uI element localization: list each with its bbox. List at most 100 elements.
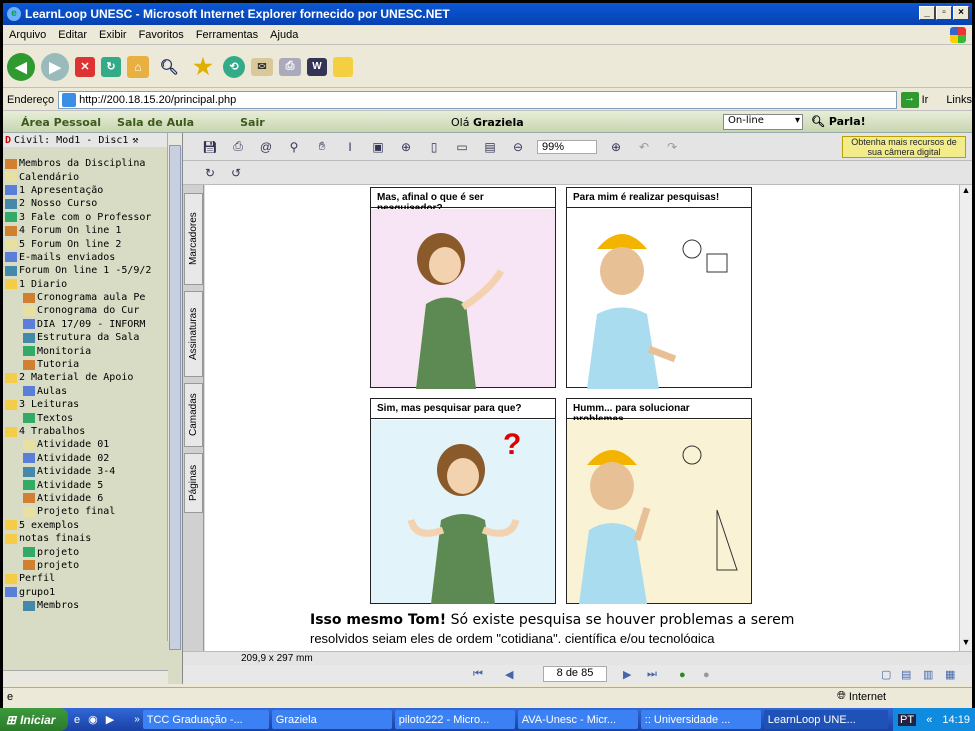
messenger-icon[interactable]	[333, 56, 353, 77]
sidebar-scrollbar[interactable]	[167, 133, 181, 650]
scroll-up-icon[interactable]: ▲	[960, 185, 972, 199]
quicklaunch-ie-icon[interactable]: e	[74, 714, 80, 726]
tab-area-pessoal[interactable]: Área Pessoal	[13, 116, 109, 129]
sidebar-item[interactable]: 4 Forum On line 1	[5, 224, 170, 237]
single-page-icon[interactable]: ▢	[881, 668, 891, 681]
close-button[interactable]: ×	[953, 6, 969, 20]
back-view-icon[interactable]: ●	[679, 669, 686, 681]
sidebar-item[interactable]: 5 Forum On line 2	[5, 237, 170, 250]
sidebar-item[interactable]: E-mails enviados	[5, 251, 170, 264]
menu-ajuda[interactable]: Ajuda	[264, 29, 304, 41]
task-piloto[interactable]: piloto222 - Micro...	[394, 710, 515, 729]
tab-camadas[interactable]: Camadas	[184, 383, 203, 447]
word-icon[interactable]: W	[307, 57, 327, 76]
task-graziela[interactable]: Graziela	[271, 710, 392, 729]
menu-exibir[interactable]: Exibir	[93, 29, 133, 41]
start-button[interactable]: ⊞ Iniciar	[0, 708, 68, 731]
last-page-icon[interactable]: ⏭	[647, 668, 657, 681]
find-icon[interactable]: ⚲	[285, 138, 303, 156]
task-ava[interactable]: AVA-Unesc - Micr...	[517, 710, 638, 729]
sidebar-scroll-thumb[interactable]	[169, 145, 181, 650]
sair-link[interactable]: Sair	[232, 116, 273, 129]
sidebar-item[interactable]: 1 Diario	[5, 278, 170, 291]
status-select[interactable]: On-line ▾	[723, 114, 803, 130]
tray-expand-icon[interactable]: «	[926, 714, 932, 726]
task-tcc[interactable]: TCC Graduação -...	[142, 710, 269, 729]
fit-page-icon[interactable]: ▭	[453, 138, 471, 156]
sidebar-item[interactable]: Atividade 6	[5, 492, 170, 505]
tab-assinaturas[interactable]: Assinaturas	[184, 291, 203, 377]
history-icon[interactable]: ⟲	[223, 55, 245, 78]
sidebar-hscrollbar[interactable]	[3, 670, 168, 684]
sidebar-item[interactable]: projeto	[5, 545, 170, 558]
sidebar-item[interactable]: Textos	[5, 411, 170, 424]
sidebar-item[interactable]: Atividade 5	[5, 478, 170, 491]
facing-icon[interactable]: ▥	[923, 668, 933, 681]
tab-sala-de-aula[interactable]: Sala de Aula	[109, 116, 202, 129]
favorites-icon[interactable]: ★	[189, 53, 217, 81]
zoom-in-icon[interactable]: ⊕	[607, 138, 625, 156]
sidebar-item[interactable]: Estrutura da Sala	[5, 331, 170, 344]
actual-size-icon[interactable]: ▯	[425, 138, 443, 156]
tab-paginas[interactable]: Páginas	[184, 453, 203, 513]
print-icon[interactable]: ⎙	[279, 57, 301, 76]
rotate-icon[interactable]: ↶	[635, 138, 653, 156]
sidebar-item[interactable]: 2 Material de Apoio	[5, 371, 170, 384]
fala-button[interactable]: 🔍︎ Parla!	[811, 115, 866, 128]
menu-editar[interactable]: Editar	[52, 29, 93, 41]
refresh-icon[interactable]: ↻	[101, 56, 121, 77]
address-field[interactable]: http://200.18.15.20/principal.php	[58, 90, 897, 109]
sidebar-item[interactable]: Cronograma do Cur	[5, 304, 170, 317]
menu-arquivo[interactable]: Arquivo	[3, 29, 52, 41]
sidebar-item[interactable]: Perfil	[5, 572, 170, 585]
text-select-icon[interactable]: I	[341, 138, 359, 156]
prev-page-icon[interactable]: ◀	[505, 668, 513, 681]
sidebar-item[interactable]: 2 Nosso Curso	[5, 197, 170, 210]
print-icon[interactable]: ⎙	[229, 138, 247, 156]
pdf-vscrollbar[interactable]: ▲ ▼	[959, 185, 972, 651]
maximize-button[interactable]: ▫	[936, 6, 952, 20]
sidebar-item[interactable]: DIA 17/09 - INFORM	[5, 318, 170, 331]
sidebar-item[interactable]: notas finais	[5, 532, 170, 545]
forward-icon[interactable]: ▶	[41, 52, 69, 81]
sidebar-item[interactable]: grupo1	[5, 586, 170, 599]
sidebar-item[interactable]: 3 Leituras	[5, 398, 170, 411]
continuous-facing-icon[interactable]: ▦	[945, 668, 955, 681]
sidebar-item[interactable]: Projeto final	[5, 505, 170, 518]
back-icon[interactable]: ◀	[7, 52, 35, 81]
zoom-out-icon[interactable]: ⊖	[509, 138, 527, 156]
first-page-icon[interactable]: ⏮	[473, 668, 483, 681]
fit-width-icon[interactable]: ▤	[481, 138, 499, 156]
sidebar-item[interactable]: Cronograma aula Pe	[5, 291, 170, 304]
links-button[interactable]: Links	[946, 94, 972, 106]
task-universidade[interactable]: :: Universidade ...	[640, 710, 761, 729]
save-icon[interactable]: 💾︎	[201, 138, 219, 156]
sidebar-item[interactable]: Atividade 3-4	[5, 465, 170, 478]
quicklaunch-media-icon[interactable]: ◉	[88, 713, 98, 726]
sidebar-item[interactable]: Membros da Disciplina	[5, 157, 170, 170]
sidebar-item[interactable]: Calendário	[5, 170, 170, 183]
rotate-page-ccw-icon[interactable]: ↺	[227, 164, 245, 182]
quicklaunch-player-icon[interactable]: ▶	[106, 713, 114, 726]
snapshot-icon[interactable]: ▣	[369, 138, 387, 156]
quicklaunch-more-icon[interactable]: »	[134, 714, 140, 725]
go-button[interactable]: → Ir	[900, 91, 928, 108]
sidebar-item[interactable]: projeto	[5, 559, 170, 572]
continuous-icon[interactable]: ▤	[901, 668, 911, 681]
menu-favoritos[interactable]: Favoritos	[133, 29, 190, 41]
forward-view-icon[interactable]: ●	[703, 669, 710, 681]
scroll-down-icon[interactable]: ▼	[960, 637, 972, 651]
hand-tool-icon[interactable]: ✋︎	[313, 138, 331, 156]
page-indicator[interactable]: 8 de 85	[543, 666, 607, 682]
sidebar-item[interactable]: 3 Fale com o Professor	[5, 211, 170, 224]
ad-button[interactable]: Obtenha mais recursos de sua câmera digi…	[842, 136, 966, 158]
rotate-page-icon[interactable]: ↻	[201, 164, 219, 182]
tab-marcadores[interactable]: Marcadores	[184, 193, 203, 285]
home-icon[interactable]: ⌂	[127, 55, 149, 78]
lang-indicator[interactable]: PT	[898, 713, 917, 726]
sidebar-item[interactable]: Tutoria	[5, 358, 170, 371]
minimize-button[interactable]: _	[919, 6, 935, 20]
sidebar-item[interactable]: 1 Apresentação	[5, 184, 170, 197]
sidebar-item[interactable]: Atividade 01	[5, 438, 170, 451]
sidebar-item[interactable]: Membros	[5, 599, 170, 612]
